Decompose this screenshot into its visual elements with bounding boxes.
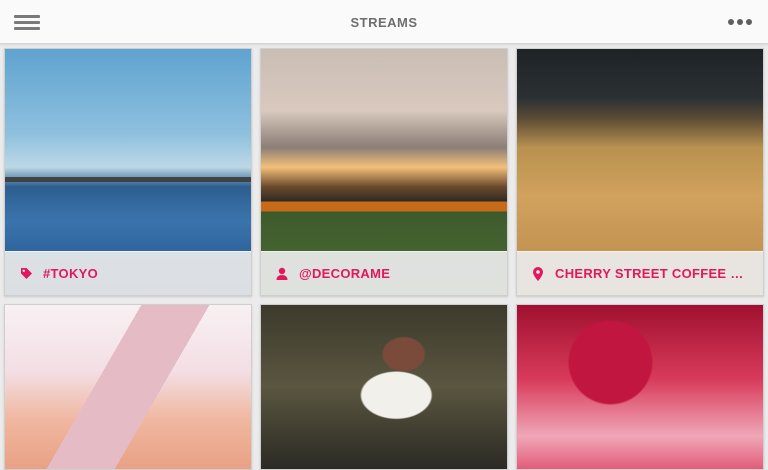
card-photo <box>517 305 763 469</box>
tag-icon <box>19 267 33 281</box>
location-pin-icon <box>531 266 545 281</box>
card-label: CHERRY STREET COFFEE HOUSE <box>555 266 745 281</box>
stream-card-tokyo[interactable]: #TOKYO <box>4 48 252 296</box>
dot <box>746 19 752 25</box>
card-label: #TOKYO <box>43 266 99 281</box>
page-title: STREAMS <box>350 15 418 30</box>
more-dots-icon[interactable] <box>728 19 752 27</box>
dot <box>728 19 734 25</box>
card-caption: #TOKYO <box>5 251 251 295</box>
card-caption: @DECORAME <box>261 251 507 295</box>
top-bar: STREAMS <box>0 0 768 44</box>
stream-card[interactable] <box>260 304 508 470</box>
stream-card[interactable] <box>516 304 764 470</box>
stream-card[interactable] <box>4 304 252 470</box>
stream-card-decorame[interactable]: @DECORAME <box>260 48 508 296</box>
user-icon <box>275 267 289 281</box>
card-caption: CHERRY STREET COFFEE HOUSE <box>517 251 763 295</box>
dot <box>737 19 743 25</box>
card-photo <box>261 305 507 469</box>
stream-card-cherry-street[interactable]: CHERRY STREET COFFEE HOUSE <box>516 48 764 296</box>
card-photo <box>5 305 251 469</box>
card-label: @DECORAME <box>299 266 391 281</box>
